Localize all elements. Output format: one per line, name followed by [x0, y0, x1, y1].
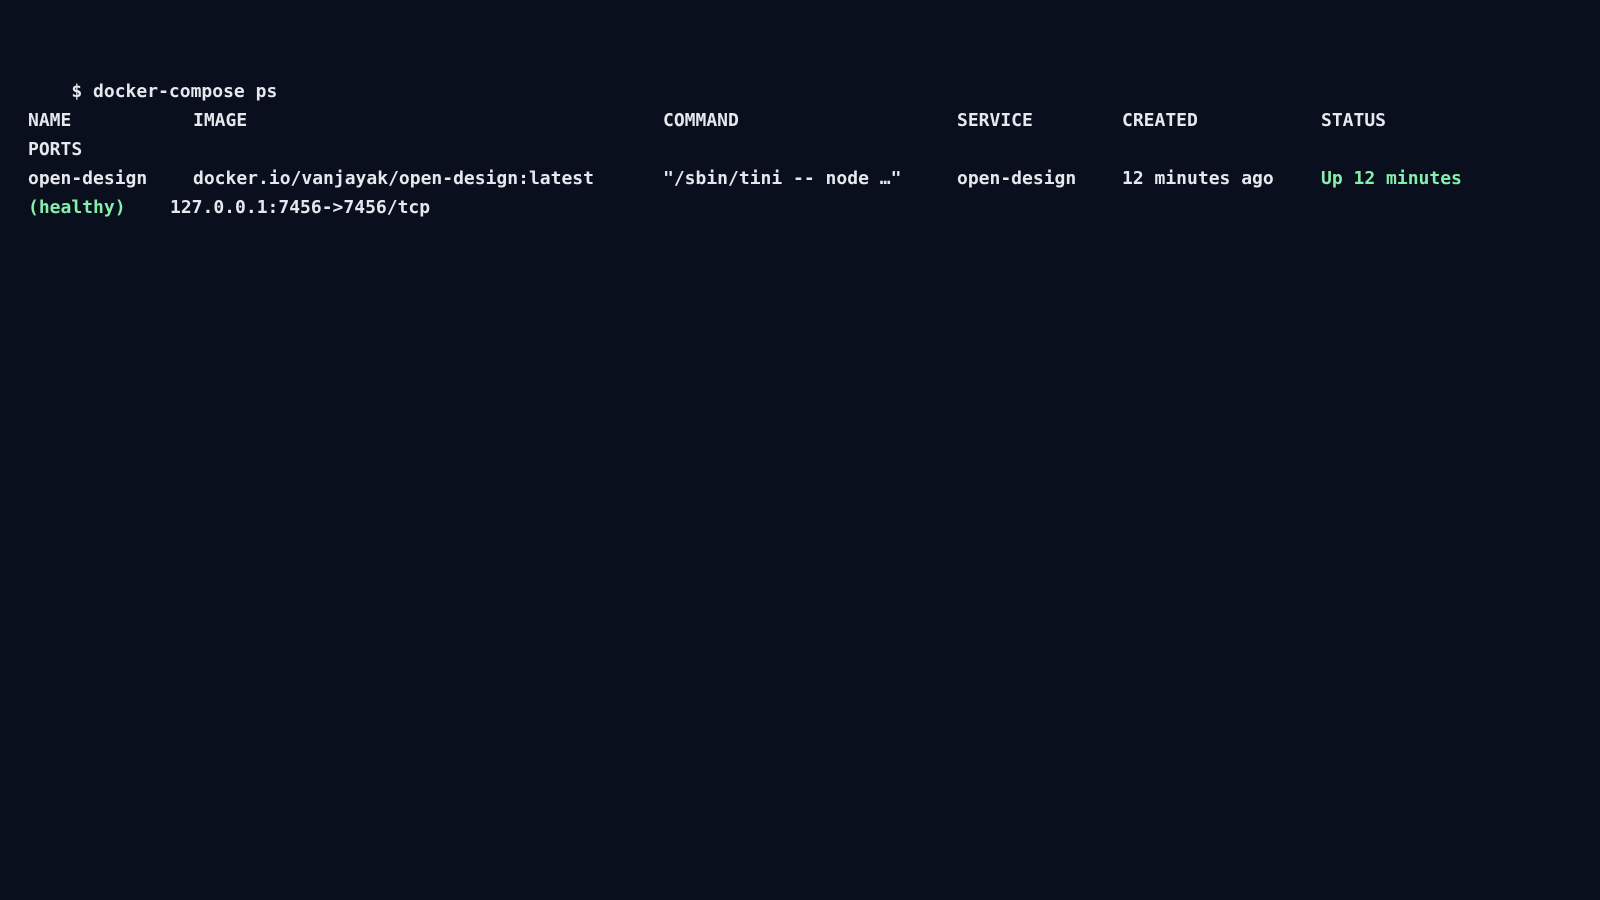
header-status: STATUS: [1321, 110, 1387, 131]
row-ports: 127.0.0.1:7456->7456/tcp: [170, 197, 431, 218]
row-name: open-design: [28, 168, 148, 189]
table-row: open-design docker.io/vanjayak/open-desi…: [28, 164, 1462, 193]
header-command: COMMAND: [663, 110, 739, 131]
table-row-wrap: (healthy) 127.0.0.1:7456->7456/tcp: [28, 193, 430, 222]
row-status: Up 12 minutes: [1321, 168, 1462, 189]
command-line: $ docker-compose ps: [28, 48, 277, 102]
header-image: IMAGE: [193, 110, 248, 131]
header-ports: PORTS: [28, 139, 83, 160]
row-command: "/sbin/tini -- node …": [663, 168, 902, 189]
terminal-window[interactable]: $ docker-compose ps NAME IMAGE COMMAND S…: [0, 0, 1600, 900]
table-header-row-wrap: PORTS: [28, 135, 82, 164]
row-created: 12 minutes ago: [1122, 168, 1274, 189]
row-service: open-design: [957, 168, 1077, 189]
table-header-row: NAME IMAGE COMMAND SERVICE CREATED STATU…: [28, 106, 1386, 135]
row-status-health: (healthy): [28, 197, 126, 218]
prompt-symbol: $: [71, 81, 83, 102]
header-created: CREATED: [1122, 110, 1198, 131]
command-text: docker-compose ps: [93, 81, 278, 102]
header-name: NAME: [28, 110, 72, 131]
row-image: docker.io/vanjayak/open-design:latest: [193, 168, 594, 189]
header-service: SERVICE: [957, 110, 1033, 131]
